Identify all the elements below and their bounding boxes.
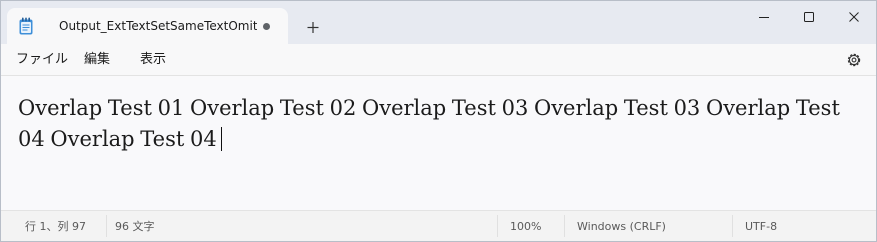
notepad-window: Output_ExtTextSetSameTextOmitRa ファイル 編集 … xyxy=(0,0,877,242)
status-separator xyxy=(732,215,733,237)
title-bar[interactable]: Output_ExtTextSetSameTextOmitRa xyxy=(1,1,876,44)
tab-title: Output_ExtTextSetSameTextOmitRa xyxy=(59,19,257,33)
close-icon xyxy=(849,12,859,22)
plus-icon xyxy=(307,22,319,33)
minimize-button[interactable] xyxy=(741,3,786,31)
text-caret xyxy=(220,127,222,151)
status-separator xyxy=(564,215,565,237)
minimize-icon xyxy=(759,17,769,18)
status-bar: 行 1、列 97 96 文字 100% Windows (CRLF) UTF-8 xyxy=(1,210,876,241)
editor-text[interactable]: Overlap Test 01 Overlap Test 02 Overlap … xyxy=(18,93,863,155)
maximize-button[interactable] xyxy=(786,3,831,31)
zoom-level[interactable]: 100% xyxy=(510,220,541,234)
menu-view[interactable]: 表示 xyxy=(140,52,166,68)
cursor-position: 行 1、列 97 xyxy=(25,220,86,233)
close-button[interactable] xyxy=(831,3,876,31)
document-content: Overlap Test 01 Overlap Test 02 Overlap … xyxy=(18,96,840,151)
notepad-icon xyxy=(18,17,34,35)
document-tab[interactable]: Output_ExtTextSetSameTextOmitRa xyxy=(7,8,288,44)
menu-edit[interactable]: 編集 xyxy=(84,52,110,68)
new-tab-button[interactable] xyxy=(302,17,324,39)
text-editor[interactable]: Overlap Test 01 Overlap Test 02 Overlap … xyxy=(1,76,876,210)
character-count: 96 文字 xyxy=(115,220,155,233)
maximize-icon xyxy=(804,12,814,22)
menu-bar: ファイル 編集 表示 xyxy=(1,44,876,76)
encoding[interactable]: UTF-8 xyxy=(745,220,777,234)
line-ending[interactable]: Windows (CRLF) xyxy=(577,220,666,234)
status-separator xyxy=(106,215,107,237)
unsaved-dot-icon[interactable] xyxy=(263,23,270,30)
settings-button[interactable] xyxy=(845,51,863,69)
menu-file[interactable]: ファイル xyxy=(16,52,68,68)
gear-icon xyxy=(847,53,861,67)
status-separator xyxy=(497,215,498,237)
